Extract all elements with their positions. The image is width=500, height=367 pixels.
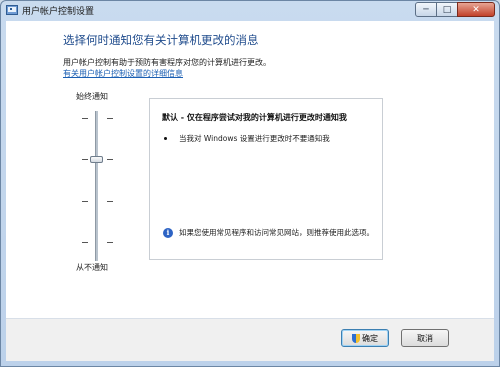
slider-tick bbox=[82, 118, 88, 119]
button-bar: 确定 取消 bbox=[6, 318, 494, 361]
minimize-button[interactable]: ─ bbox=[415, 2, 437, 17]
details-link[interactable]: 有关用户帐户控制设置的详细信息 bbox=[63, 68, 183, 79]
close-icon: ✕ bbox=[472, 4, 480, 15]
cancel-button[interactable]: 取消 bbox=[401, 329, 449, 347]
shield-icon bbox=[352, 333, 360, 343]
slider-tick bbox=[107, 242, 113, 243]
notification-slider-track[interactable] bbox=[95, 111, 98, 261]
maximize-button[interactable]: □ bbox=[436, 2, 458, 17]
window-controls: ─ □ ✕ bbox=[415, 2, 495, 17]
slider-tick bbox=[82, 242, 88, 243]
slider-tick bbox=[82, 159, 88, 161]
notification-slider-thumb[interactable] bbox=[90, 156, 103, 164]
slider-tick bbox=[107, 200, 113, 202]
slider-tick bbox=[82, 200, 88, 202]
uac-settings-icon bbox=[6, 5, 18, 15]
uac-settings-window: 用户帐户控制设置 ─ □ ✕ 选择何时通知您有关计算机更改的消息 用户帐户控制有… bbox=[0, 0, 500, 367]
cancel-label: 取消 bbox=[417, 333, 433, 343]
slider-top-label: 始终通知 bbox=[76, 92, 108, 101]
setting-bullet-text: 当我对 Windows 设置进行更改时不要通知我 bbox=[179, 134, 330, 143]
ok-label: 确定 bbox=[362, 333, 378, 343]
ok-button[interactable]: 确定 bbox=[341, 329, 389, 347]
minimize-icon: ─ bbox=[423, 4, 429, 15]
setting-description-panel: 默认 - 仅在程序尝试对我的计算机进行更改时通知我 当我对 Windows 设置… bbox=[149, 98, 383, 260]
slider-bottom-label: 从不通知 bbox=[76, 263, 108, 272]
close-button[interactable]: ✕ bbox=[457, 2, 495, 17]
info-icon: i bbox=[163, 228, 173, 238]
slider-tick bbox=[107, 118, 113, 119]
recommendation-text: 如果您使用常见程序和访问常见网站，则推荐使用此选项。 bbox=[179, 228, 374, 237]
bullet-icon bbox=[164, 137, 167, 140]
window-title: 用户帐户控制设置 bbox=[22, 7, 95, 17]
page-description: 用户帐户控制有助于预防有害程序对您的计算机进行更改。 bbox=[63, 58, 271, 67]
page-title: 选择何时通知您有关计算机更改的消息 bbox=[63, 33, 259, 47]
maximize-icon: □ bbox=[442, 4, 452, 15]
slider-tick bbox=[107, 159, 113, 161]
content-area: 选择何时通知您有关计算机更改的消息 用户帐户控制有助于预防有害程序对您的计算机进… bbox=[6, 21, 494, 361]
setting-title: 默认 - 仅在程序尝试对我的计算机进行更改时通知我 bbox=[162, 113, 347, 122]
title-bar[interactable]: 用户帐户控制设置 ─ □ ✕ bbox=[1, 1, 499, 21]
